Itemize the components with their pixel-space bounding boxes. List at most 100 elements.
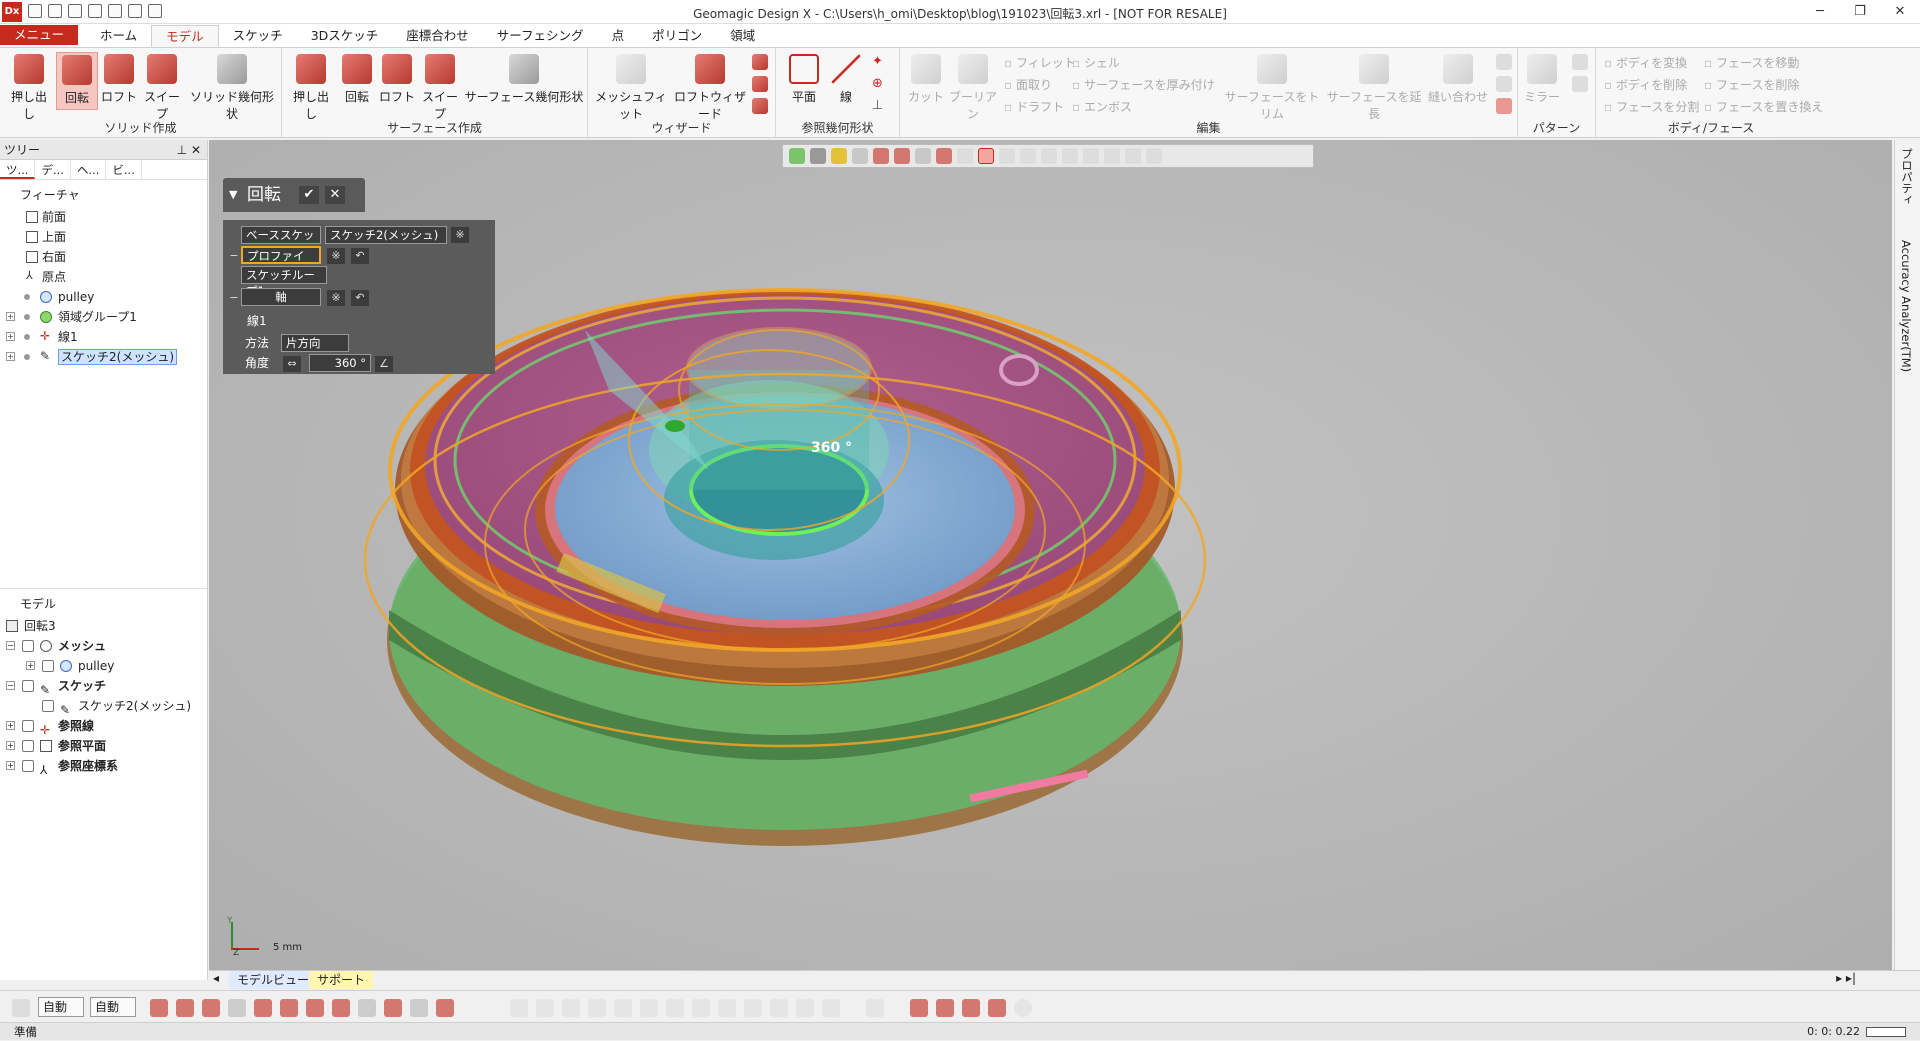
expand-icon[interactable]: + (6, 721, 15, 730)
model-item-sketch[interactable]: − ✎ スケッチ (0, 676, 207, 697)
model-item-ref-coord[interactable]: + ⅄ 参照座標系 (0, 756, 207, 777)
surface-loft-button[interactable]: ロフト (378, 52, 416, 110)
fillet-button[interactable]: フィレット (1004, 52, 1076, 74)
select-icon-12[interactable] (796, 999, 814, 1017)
view-icon-2[interactable] (176, 999, 194, 1017)
mirror-button[interactable]: ミラー (1522, 52, 1562, 110)
pattern-small-icon-2[interactable] (1572, 76, 1588, 92)
tab-accuracy-analyzer[interactable]: Accuracy Analyzer(TM) (1899, 240, 1913, 372)
tab-help[interactable]: ヘ... (71, 160, 107, 179)
tab-menu[interactable]: メニュー (0, 25, 79, 45)
edit-small-icon-3[interactable] (1496, 98, 1512, 114)
split-face-button[interactable]: フェースを分割 (1604, 96, 1699, 118)
expand-icon[interactable]: + (26, 661, 35, 670)
tab-properties[interactable]: プロパティ (1899, 148, 1915, 206)
coordinate-icon[interactable]: ⊕ (872, 76, 888, 92)
tab-model-view[interactable]: モデルビュー (229, 971, 318, 989)
expand-icon[interactable]: − (6, 641, 15, 650)
solid-extrude-button[interactable]: 押し出し (6, 52, 52, 121)
tab-view[interactable]: ビ... (106, 160, 142, 179)
expand-icon[interactable]: + (6, 352, 15, 361)
flip-direction-icon[interactable]: ⇔ (283, 356, 301, 372)
emboss-button[interactable]: エンボス (1072, 96, 1215, 118)
replace-face-button[interactable]: フェースを置き換え (1704, 96, 1823, 118)
surface-revolve-button[interactable]: 回転 (338, 52, 376, 110)
tab-scroll-right-icon[interactable]: ▸ ▸| (1836, 971, 1856, 985)
view-icon-9[interactable] (358, 999, 376, 1017)
select-icon-14[interactable] (866, 999, 884, 1017)
wizard-small-icon-1[interactable] (752, 54, 768, 70)
pin-icon[interactable]: ⊥ ✕ (177, 140, 201, 160)
model-item-pulley[interactable]: + pulley (0, 656, 207, 676)
model-item-ref-line[interactable]: + ✛ 参照線 (0, 716, 207, 737)
tree-item-line1[interactable]: + ✛ 線1 (0, 327, 207, 347)
measure-icon-3[interactable] (962, 999, 980, 1017)
point-icon[interactable]: ✦ (872, 54, 888, 70)
select-icon-6[interactable] (640, 999, 658, 1017)
tree-item-front-plane[interactable]: 前面 (0, 207, 207, 227)
plane-button[interactable]: 平面 (786, 52, 822, 110)
angle-input[interactable]: 360 ° (309, 354, 371, 372)
profile-label[interactable]: プロファイル (241, 246, 321, 279)
ok-button[interactable]: ✔ (299, 186, 319, 204)
convert-body-button[interactable]: ボディを変換 (1604, 52, 1699, 74)
draft-button[interactable]: ドラフト (1004, 96, 1076, 118)
measure-icon-1[interactable] (910, 999, 928, 1017)
tab-tree[interactable]: ツ... (0, 160, 36, 179)
model-item-ref-plane[interactable]: + 参照平面 (0, 736, 207, 756)
model-item-revolve3[interactable]: 回転3 (0, 616, 207, 636)
select-icon-3[interactable] (562, 999, 580, 1017)
axis-icon[interactable]: ⊥ (872, 98, 888, 114)
tab-3dsketch[interactable]: 3Dスケッチ (297, 25, 393, 47)
profile-collapse-icon[interactable]: − (229, 248, 239, 264)
profile-value[interactable]: スケッチループ1 (241, 266, 327, 298)
view-icon-3[interactable] (202, 999, 220, 1017)
view-icon-11[interactable] (410, 999, 428, 1017)
tree-item-sketch2[interactable]: + ✎ スケッチ2(メッシュ) (0, 347, 207, 367)
tab-polygon[interactable]: ポリゴン (638, 25, 716, 47)
tab-region[interactable]: 領域 (716, 25, 769, 47)
visibility-icon[interactable] (22, 760, 34, 772)
minimize-button[interactable]: ─ (1800, 0, 1840, 24)
axis-reset-icon[interactable]: ↶ (351, 290, 369, 306)
tree-item-pulley[interactable]: pulley (0, 287, 207, 307)
surface-sweep-button[interactable]: スイープ (418, 52, 462, 121)
delete-body-button[interactable]: ボディを削除 (1604, 74, 1699, 96)
selection-filter-select[interactable]: 自動 (38, 997, 84, 1017)
tree-item-region-group[interactable]: + 領域グループ1 (0, 307, 207, 327)
select-icon-1[interactable] (510, 999, 528, 1017)
selection-mode-icon[interactable] (12, 999, 30, 1017)
visibility-icon[interactable] (42, 660, 54, 672)
thicken-surface-button[interactable]: サーフェースを厚み付け (1072, 74, 1215, 96)
select-icon-13[interactable] (822, 999, 840, 1017)
solid-loft-button[interactable]: ロフト (100, 52, 138, 110)
tab-sketch[interactable]: スケッチ (219, 25, 297, 47)
view-icon-8[interactable] (332, 999, 350, 1017)
profile-settings-icon[interactable]: ※ (327, 248, 345, 264)
select-icon-2[interactable] (536, 999, 554, 1017)
expand-icon[interactable]: + (6, 741, 15, 750)
model-item-mesh[interactable]: − メッシュ (0, 636, 207, 656)
tab-surfacing[interactable]: サーフェシング (483, 25, 598, 47)
tab-point[interactable]: 点 (598, 25, 639, 47)
expand-icon[interactable]: + (6, 761, 15, 770)
view-icon-4[interactable] (228, 999, 246, 1017)
tree-item-origin[interactable]: ⅄ 原点 (0, 267, 207, 287)
axis-settings-icon[interactable]: ※ (327, 290, 345, 306)
base-sketch-select[interactable]: スケッチ2(メッシュ) (325, 226, 447, 244)
visibility-icon[interactable] (42, 700, 54, 712)
select-icon-10[interactable] (744, 999, 762, 1017)
visibility-icon[interactable] (22, 640, 34, 652)
tab-support[interactable]: サポート (309, 971, 374, 989)
measure-icon-2[interactable] (936, 999, 954, 1017)
expand-icon[interactable]: + (6, 332, 15, 341)
move-face-button[interactable]: フェースを移動 (1704, 52, 1823, 74)
visibility-icon[interactable] (22, 720, 34, 732)
mesh-fit-button[interactable]: メッシュフィット (594, 52, 668, 121)
tab-scroll-left-icon[interactable]: ◂ (213, 971, 219, 985)
tab-display[interactable]: デ... (35, 160, 71, 179)
collapse-icon[interactable]: ▼ (229, 178, 237, 212)
measure-icon-4[interactable] (988, 999, 1006, 1017)
model-item-sketch2[interactable]: ✎ スケッチ2(メッシュ) (0, 696, 207, 717)
tree-item-right-plane[interactable]: 右面 (0, 247, 207, 267)
